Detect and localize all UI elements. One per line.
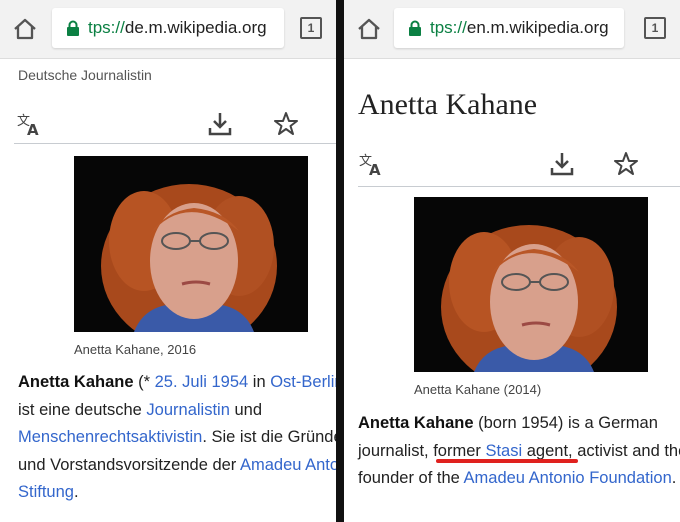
browser-toolbar: tps://de.m.wikipedia.org 1 — [0, 0, 336, 59]
url-text: tps://de.m.wikipedia.org — [88, 18, 267, 38]
divider — [14, 143, 336, 144]
page-title: Anetta Kahane — [358, 88, 538, 121]
photo-caption: Anetta Kahane (2014) — [414, 382, 542, 397]
text-span: . — [671, 469, 677, 487]
tab-switcher-button[interactable]: 1 — [644, 17, 666, 39]
url-scheme: tps:// — [430, 18, 467, 37]
svg-text:A: A — [369, 161, 381, 178]
download-icon[interactable] — [206, 110, 234, 138]
url-bar[interactable]: tps://de.m.wikipedia.org — [52, 8, 284, 48]
text-span: in — [248, 373, 271, 391]
photo-caption: Anetta Kahane, 2016 — [74, 342, 197, 357]
portrait-photo — [74, 156, 308, 332]
activist-link[interactable]: Menschenrechtsaktivistin — [18, 428, 202, 446]
article-intro: Anetta Kahane (born 1954) is a German jo… — [358, 410, 680, 493]
download-icon[interactable] — [548, 150, 576, 178]
article-toolbar: 文 A — [0, 104, 336, 144]
text-span: . — [73, 483, 79, 501]
article-toolbar: 文 A — [344, 144, 680, 184]
text-span: und — [229, 400, 263, 419]
url-bar[interactable]: tps://en.m.wikipedia.org — [394, 8, 624, 48]
text-span: ist eine deutsche — [18, 400, 147, 419]
lock-icon — [409, 20, 421, 36]
portrait-photo — [414, 197, 648, 372]
home-icon[interactable] — [12, 17, 38, 41]
translate-icon[interactable]: 文 A — [358, 150, 386, 178]
page-subtitle: Deutsche Journalistin — [18, 67, 152, 83]
journalist-link[interactable]: Journalistin — [146, 401, 229, 419]
star-icon[interactable] — [612, 150, 640, 178]
right-screenshot: tps://en.m.wikipedia.org 1 Anetta Kahane… — [344, 0, 680, 522]
star-icon[interactable] — [272, 110, 300, 138]
url-host: en.m.wikipedia.org — [466, 18, 609, 37]
article-subject: Anetta Kahane — [358, 414, 474, 432]
article-subject: Anetta Kahane — [18, 373, 134, 391]
browser-toolbar: tps://en.m.wikipedia.org 1 — [344, 0, 680, 59]
article-intro: Anetta Kahane (* 25. Juli 1954 in Ost-Be… — [18, 369, 336, 507]
lock-icon — [67, 20, 79, 36]
svg-text:A: A — [27, 121, 39, 138]
foundation-link[interactable]: Amadeu Antonio Foundation — [464, 469, 672, 487]
red-underline-annotation — [436, 459, 578, 463]
home-icon[interactable] — [356, 17, 382, 41]
stasi-link[interactable]: Stasi — [485, 442, 522, 460]
url-host: de.m.wikipedia.org — [124, 18, 267, 37]
left-screenshot: tps://de.m.wikipedia.org 1 Deutsche Jour… — [0, 0, 336, 522]
text-span: (* — [133, 373, 155, 391]
divider — [358, 186, 680, 187]
translate-icon[interactable]: 文 A — [16, 110, 44, 138]
url-text: tps://en.m.wikipedia.org — [430, 18, 609, 38]
birthplace-link[interactable]: Ost-Berlin — [270, 373, 336, 391]
url-scheme: tps:// — [88, 18, 125, 37]
birthdate-link[interactable]: 25. Juli 1954 — [155, 373, 249, 391]
tab-switcher-button[interactable]: 1 — [300, 17, 322, 39]
